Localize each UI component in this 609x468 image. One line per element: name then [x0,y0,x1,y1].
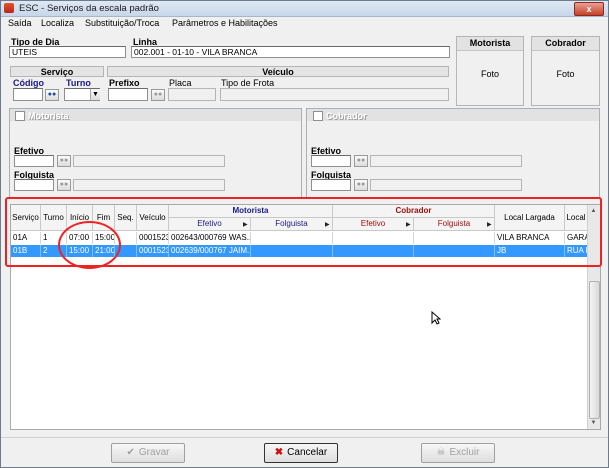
window-title: ESC - Serviços da escala padrão [19,3,159,14]
cobrador-checkbox[interactable] [313,111,323,121]
cobrador-folguista-input[interactable] [311,179,351,191]
veiculo-header: Veículo [107,66,449,77]
motorista-photo-placeholder: Foto [480,69,499,79]
delete-icon: ☠ [436,447,446,458]
button-bar: ✔ Gravar ✖ Cancelar ☠ Excluir [1,437,608,467]
menu-substituicao-troca[interactable]: Substituição/Troca [85,18,159,28]
menu-parametros-habilitacoes[interactable]: Parâmetros e Habilitações [172,18,278,28]
prefixo-input[interactable] [108,88,148,101]
scroll-down-arrow-icon[interactable]: ▼ [589,418,598,428]
motorista-efetivo-name [73,155,225,167]
excluir-label: Excluir [449,447,480,458]
cobrador-panel-title: Cobrador [326,111,367,121]
placa-label: Placa [169,78,192,88]
cobrador-folguista-binoculars-icon[interactable]: ●● [354,179,368,191]
tipo-dia-field[interactable]: UTEIS [9,46,126,58]
gravar-label: Gravar [138,447,170,458]
motorista-folguista-binoculars-icon[interactable]: ●● [57,179,71,191]
motorista-photo-panel: Motorista Foto [456,36,524,106]
prefixo-label: Prefixo [109,78,140,88]
checkmark-icon: ✔ [126,447,135,458]
cobrador-folguista-name [370,179,522,191]
motorista-efetivo-binoculars-icon[interactable]: ●● [57,155,71,167]
excluir-button[interactable]: ☠ Excluir [421,443,495,463]
menu-localiza[interactable]: Localiza [41,18,74,28]
mouse-cursor-icon [431,311,441,325]
scroll-thumb[interactable] [589,281,600,419]
tipo-frota-field [220,88,449,101]
cobrador-photo-header: Cobrador [532,37,599,51]
motorista-photo-header: Motorista [457,37,523,51]
cobrador-photo-placeholder: Foto [556,69,575,79]
motorista-efetivo-input[interactable] [14,155,54,167]
menu-saida[interactable]: Saída [8,18,32,28]
chevron-down-icon[interactable]: ▼ [90,89,100,100]
title-bar: ESC - Serviços da escala padrão x [1,1,608,17]
highlight-ellipse [58,221,121,269]
placa-field [168,88,216,101]
app-icon [4,3,14,13]
tipo-frota-label: Tipo de Frota [221,78,275,88]
menu-bar: Saída Localiza Substituição/Troca Parâme… [1,17,608,30]
x-cancel-icon: ✖ [274,447,284,458]
codigo-search-binoculars-icon[interactable]: ●● [45,89,59,101]
prefixo-search-binoculars-icon[interactable]: ●● [151,89,165,101]
close-button[interactable]: x [574,2,604,16]
cobrador-efetivo-input[interactable] [311,155,351,167]
codigo-label: Código [13,78,44,88]
main-window: ESC - Serviços da escala padrão x Saída … [0,0,609,468]
cancelar-label: Cancelar [287,447,328,458]
cobrador-efetivo-binoculars-icon[interactable]: ●● [354,155,368,167]
cobrador-photo-panel: Cobrador Foto [531,36,600,106]
gravar-button[interactable]: ✔ Gravar [111,443,185,463]
cobrador-efetivo-name [370,155,522,167]
motorista-folguista-input[interactable] [14,179,54,191]
servico-header: Serviço [10,66,104,77]
motorista-checkbox[interactable] [15,111,25,121]
motorista-panel-title: Motorista [28,111,69,121]
codigo-input[interactable] [13,88,43,101]
cancelar-button[interactable]: ✖ Cancelar [264,443,338,463]
linha-field[interactable]: 002.001 - 01-10 - VILA BRANCA [131,46,450,58]
motorista-folguista-name [73,179,225,191]
turno-label: Turno [66,78,91,88]
